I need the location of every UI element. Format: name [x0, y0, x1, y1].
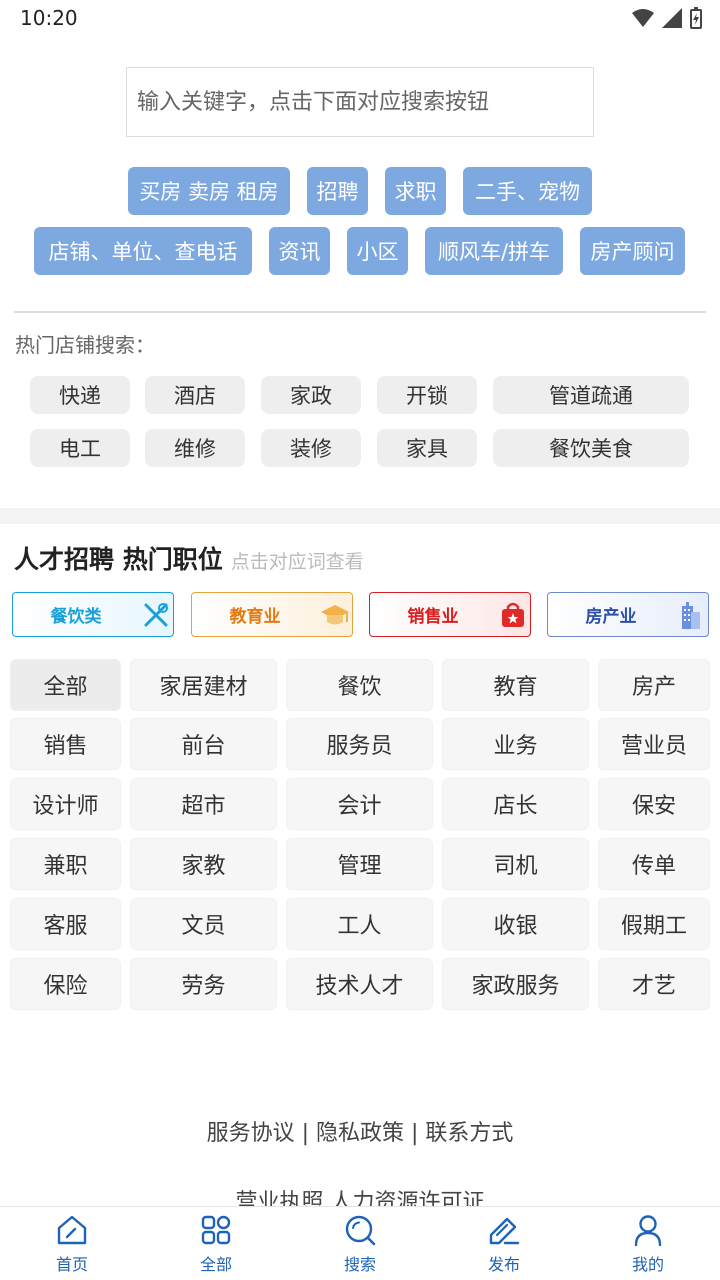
shop-tag[interactable]: 开锁: [377, 376, 477, 414]
job-position-all[interactable]: 全部: [10, 659, 121, 711]
job-position[interactable]: 收银: [442, 898, 589, 950]
building-icon: [674, 600, 708, 630]
nav-search[interactable]: 搜索: [288, 1207, 432, 1280]
job-position[interactable]: 超市: [130, 778, 277, 830]
industry-label: 餐饮类: [50, 607, 102, 627]
industry-realestate[interactable]: 房产业: [547, 592, 709, 637]
nav-all[interactable]: 全部: [144, 1207, 288, 1280]
graduation-cap-icon: [318, 602, 352, 628]
home-icon: [57, 1215, 87, 1244]
search-icon: [345, 1215, 376, 1245]
edit-icon: [489, 1217, 520, 1244]
nav-label: 发布: [487, 1254, 520, 1274]
shop-tag[interactable]: 餐饮美食: [493, 429, 689, 467]
job-position[interactable]: 工人: [286, 898, 433, 950]
industry-label: 教育业: [229, 607, 281, 627]
job-position[interactable]: 设计师: [10, 778, 121, 830]
nav-mine[interactable]: 我的: [576, 1207, 720, 1280]
battery-icon: [690, 7, 702, 29]
industry-label: 销售业: [407, 607, 459, 627]
job-position[interactable]: 兼职: [10, 838, 121, 890]
job-position[interactable]: 客服: [10, 898, 121, 950]
job-position[interactable]: 保安: [598, 778, 710, 830]
shopping-bag-icon: [496, 601, 530, 629]
category-button-recruit[interactable]: 招聘: [307, 167, 368, 215]
nav-publish[interactable]: 发布: [432, 1207, 576, 1280]
jobs-hint: 点击对应词查看: [230, 551, 364, 573]
signal-icon: [662, 8, 682, 28]
nav-label: 首页: [55, 1254, 88, 1274]
job-position[interactable]: 家教: [130, 838, 277, 890]
jobs-section-title: 人才招聘 热门职位 点击对应词查看: [14, 540, 364, 576]
job-position[interactable]: 家政服务: [442, 958, 589, 1010]
section-separator: [0, 508, 720, 524]
footer-links-secondary[interactable]: 营业执照 人力资源许可证: [0, 1184, 720, 1206]
category-button-carpool[interactable]: 顺风车/拼车: [425, 227, 563, 275]
job-position[interactable]: 店长: [442, 778, 589, 830]
job-position[interactable]: 保险: [10, 958, 121, 1010]
category-button-community[interactable]: 小区: [347, 227, 408, 275]
user-icon: [634, 1214, 662, 1246]
hot-shops-title: 热门店铺搜索：: [15, 333, 155, 357]
job-position[interactable]: 家居建材: [130, 659, 277, 711]
job-position[interactable]: 营业员: [598, 718, 710, 770]
jobs-title: 人才招聘 热门职位: [14, 545, 223, 574]
grid-icon: [201, 1215, 231, 1244]
nav-label: 搜索: [343, 1254, 376, 1274]
status-time: 10:20: [20, 6, 78, 30]
shop-tag[interactable]: 快递: [30, 376, 130, 414]
industry-catering[interactable]: 餐饮类: [12, 592, 174, 637]
category-button-housing[interactable]: 买房 卖房 租房: [128, 167, 290, 215]
job-position[interactable]: 才艺: [598, 958, 710, 1010]
shop-tag[interactable]: 电工: [30, 429, 130, 467]
nav-label: 全部: [199, 1254, 232, 1274]
industry-sales[interactable]: 销售业: [369, 592, 531, 637]
job-position[interactable]: 销售: [10, 718, 121, 770]
job-position[interactable]: 技术人才: [286, 958, 433, 1010]
job-position[interactable]: 房产: [598, 659, 710, 711]
category-button-secondhand[interactable]: 二手、宠物: [463, 167, 592, 215]
job-position[interactable]: 司机: [442, 838, 589, 890]
job-position[interactable]: 假期工: [598, 898, 710, 950]
shop-tag[interactable]: 维修: [145, 429, 245, 467]
job-position[interactable]: 餐饮: [286, 659, 433, 711]
nav-label: 我的: [631, 1254, 664, 1274]
category-button-job-seek[interactable]: 求职: [385, 167, 446, 215]
shop-tag[interactable]: 家具: [377, 429, 477, 467]
job-position[interactable]: 业务: [442, 718, 589, 770]
nav-home[interactable]: 首页: [0, 1207, 144, 1280]
category-button-news[interactable]: 资讯: [269, 227, 330, 275]
utensils-icon: [139, 601, 173, 629]
shop-tag[interactable]: 酒店: [145, 376, 245, 414]
industry-label: 房产业: [585, 607, 637, 627]
shop-tag[interactable]: 装修: [261, 429, 361, 467]
job-position[interactable]: 服务员: [286, 718, 433, 770]
category-button-realty-consultant[interactable]: 房产顾问: [580, 227, 685, 275]
search-input[interactable]: [137, 89, 593, 115]
job-position[interactable]: 管理: [286, 838, 433, 890]
divider: [14, 311, 706, 313]
category-button-shops[interactable]: 店铺、单位、查电话: [34, 227, 252, 275]
industry-education[interactable]: 教育业: [191, 592, 353, 637]
status-bar: 10:20: [0, 0, 720, 36]
search-box[interactable]: [126, 67, 594, 137]
job-position[interactable]: 教育: [442, 659, 589, 711]
job-position[interactable]: 前台: [130, 718, 277, 770]
footer-links[interactable]: 服务协议 | 隐私政策 | 联系方式: [0, 1115, 720, 1147]
shop-tag[interactable]: 管道疏通: [493, 376, 689, 414]
bottom-nav: 首页 全部 搜索 发布 我的: [0, 1206, 720, 1280]
shop-tag[interactable]: 家政: [261, 376, 361, 414]
wifi-icon: [632, 9, 654, 27]
job-position[interactable]: 文员: [130, 898, 277, 950]
job-position[interactable]: 会计: [286, 778, 433, 830]
job-position[interactable]: 劳务: [130, 958, 277, 1010]
job-position[interactable]: 传单: [598, 838, 710, 890]
